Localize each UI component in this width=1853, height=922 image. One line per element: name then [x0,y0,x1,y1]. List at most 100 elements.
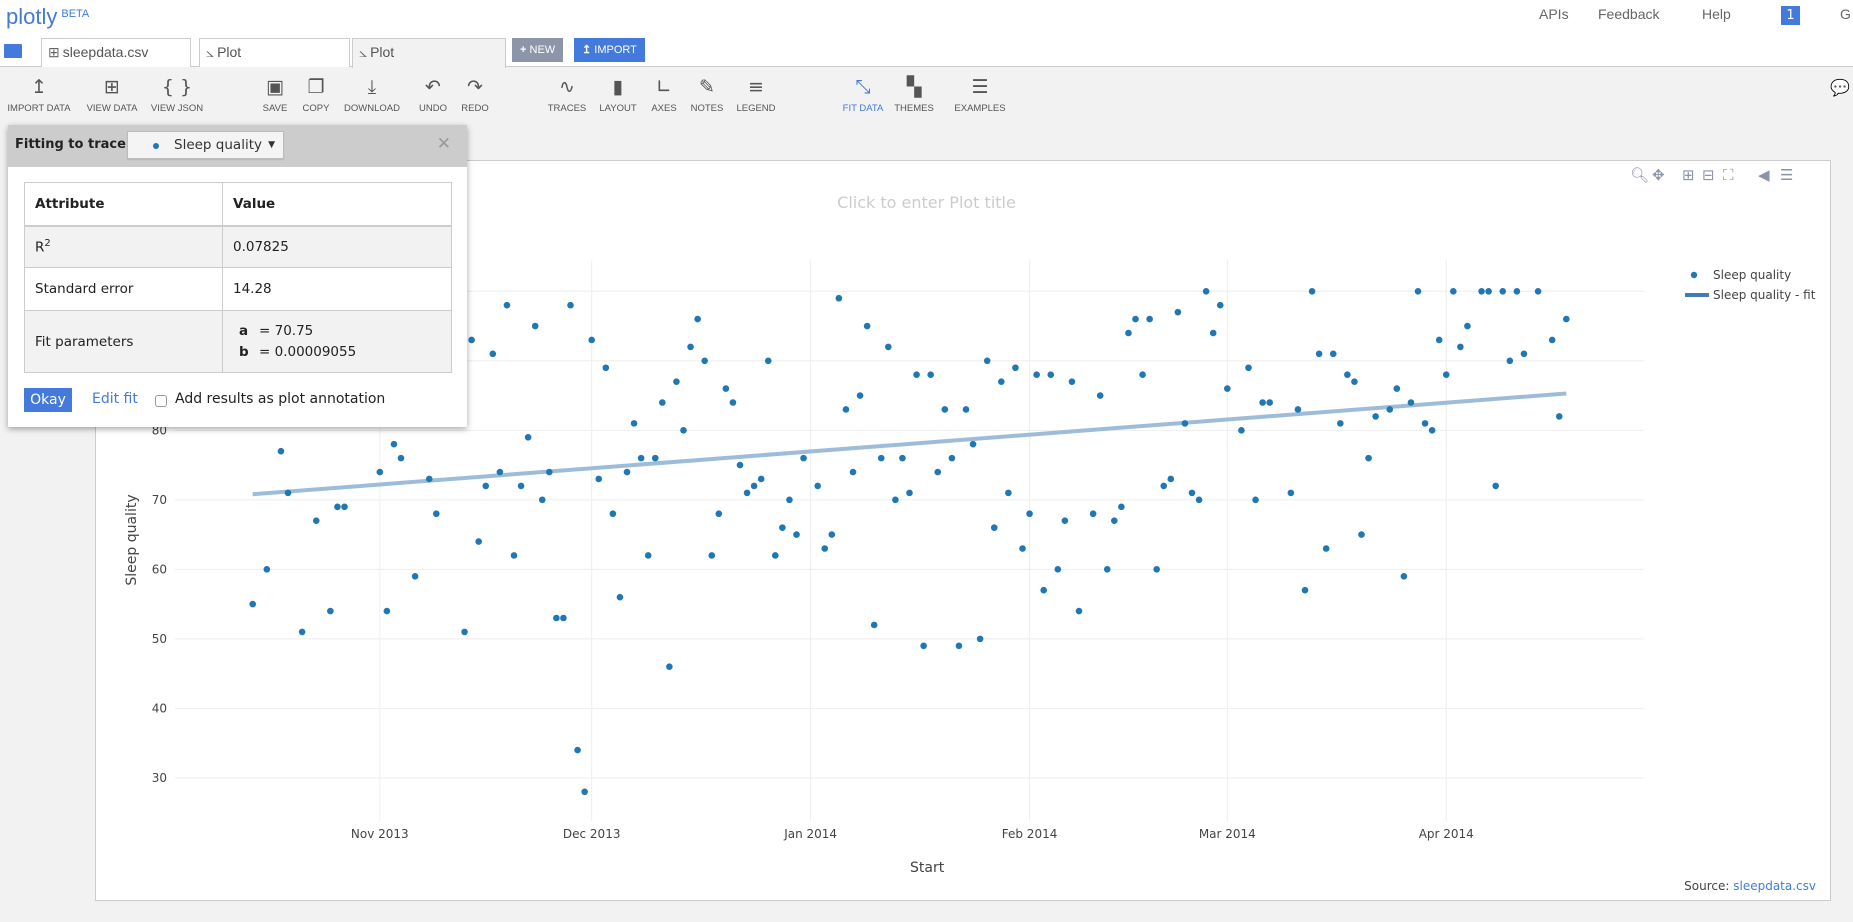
data-point [524,433,532,441]
data-point [1499,287,1507,295]
source-annotation: Source: sleepdata.csv [1684,879,1816,893]
data-point [1216,301,1224,309]
close-icon[interactable]: ✕ [437,134,451,154]
data-point [496,468,504,476]
data-point [637,454,645,462]
legend-item-fit[interactable]: Sleep quality - fit [1685,285,1815,305]
legend-label: Sleep quality [1713,268,1792,282]
data-point [1344,371,1351,379]
pan-icon[interactable]: ✥ [1652,166,1665,184]
data-point [1089,510,1097,518]
data-point [941,406,949,413]
data-point [1315,350,1323,358]
data-point [376,468,384,476]
data-point [1139,371,1146,379]
data-point [1457,343,1464,351]
x-tick-label: Jan 2014 [783,827,837,841]
data-point [814,482,821,490]
data-point [779,524,786,531]
data-point [892,496,899,504]
data-point [1174,308,1182,316]
data-point [1534,287,1542,295]
data-point [1407,399,1415,406]
x-tick-label: Apr 2014 [1419,827,1474,841]
data-point [341,503,348,511]
data-point [1337,420,1344,427]
data-point [1075,607,1083,615]
data-point [623,468,631,476]
data-point [708,552,716,559]
zoom-out-icon[interactable]: ⊟ [1702,166,1715,184]
annotation-checkbox[interactable] [155,395,167,407]
dialog-header: Fitting to trace: Sleep quality ▼ ✕ [8,125,467,167]
data-point [1167,475,1175,483]
fit-params-label: Fit parameters [24,310,223,373]
data-point [1245,364,1252,372]
data-point [1351,378,1358,385]
okay-button[interactable]: Okay [24,388,72,412]
data-point [1450,287,1457,295]
data-point [1372,413,1379,420]
marker-swatch [1690,271,1698,279]
annotation-checkbox-label[interactable]: Add results as plot annotation [175,391,385,407]
data-point [1132,315,1139,323]
trace-dropdown[interactable]: Sleep quality ▼ [127,131,284,159]
data-point [1308,287,1316,295]
legend-label: Sleep quality - fit [1713,288,1816,302]
data-point [906,489,913,497]
source-label: Source: [1684,879,1730,893]
y-tick-label: 70 [152,493,167,507]
data-point [510,552,518,559]
table-row: R2 0.07825 [24,225,452,268]
data-point [969,440,977,448]
data-point [927,371,934,379]
data-point [644,552,652,559]
data-point [277,447,285,455]
data-point [1548,336,1556,344]
data-point [863,322,871,330]
data-point [1464,322,1471,330]
data-point [334,503,341,511]
data-point [1096,392,1104,399]
data-point [588,336,595,344]
data-point [687,343,694,351]
zoom-in-icon[interactable]: ⊞ [1682,166,1695,184]
data-point [1506,357,1514,365]
fitting-label: Fitting to trace: [15,137,132,152]
data-point [1386,406,1394,413]
hover-closest-icon[interactable]: ◀ [1758,166,1770,184]
data-point [312,517,320,524]
data-point [1266,399,1273,406]
source-link[interactable]: sleepdata.csv [1733,879,1816,893]
table-header-row: Attribute Value [24,182,452,227]
data-point [743,489,751,497]
data-point [1026,510,1033,518]
data-point [425,475,433,483]
data-point [1125,329,1132,337]
legend-item-sleep-quality[interactable]: Sleep quality [1685,265,1815,285]
data-point [1252,496,1259,504]
data-point [1435,336,1443,344]
edit-fit-link[interactable]: Edit fit [92,391,138,407]
data-point [990,524,998,531]
data-point [1358,531,1365,538]
data-point [1400,573,1408,580]
zoom-icon[interactable]: 🔍︎ [1630,166,1649,184]
data-point [764,357,772,365]
data-point [1259,399,1266,406]
data-point [651,454,659,462]
data-point [1146,315,1153,323]
x-tick-label: Feb 2014 [1002,827,1058,841]
y-axis-title[interactable]: Sleep quality [124,494,140,585]
data-point [736,461,744,469]
data-point [1068,378,1076,385]
data-point [920,642,927,650]
hover-compare-icon[interactable]: ☰ [1780,166,1793,184]
data-point [793,531,800,538]
x-tick-label: Nov 2013 [351,827,409,841]
data-point [800,454,807,462]
data-point [263,566,271,573]
autoscale-icon[interactable]: ⛶ [1723,166,1734,184]
x-axis-title[interactable]: Start [910,860,944,876]
data-point [1118,503,1125,511]
